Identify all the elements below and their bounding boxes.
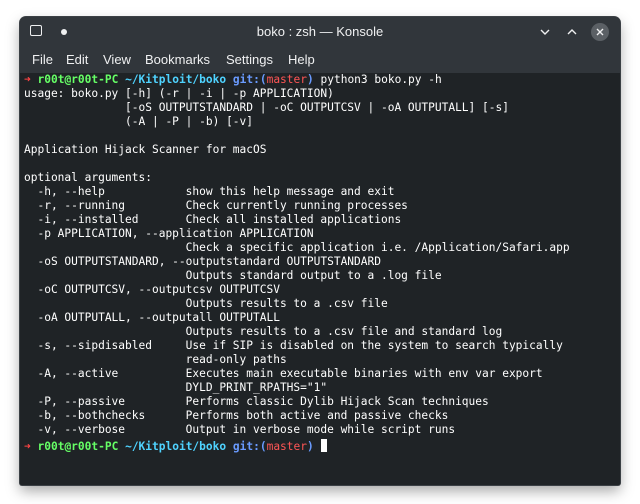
output-line: (-A | -P | -b) [-v] [24, 115, 254, 128]
prompt-line-current: ➜ r00t@r00t-PC ~/Kitploit/boko git:(mast… [24, 439, 327, 453]
maximize-icon[interactable] [563, 23, 581, 41]
output-line: optional arguments: [24, 171, 152, 184]
prompt-path: ~/Kitploit/boko [125, 440, 227, 453]
prompt-path: ~/Kitploit/boko [125, 73, 227, 86]
output-line: -P, --passive Performs classic Dylib Hij… [24, 395, 489, 408]
output-line: read-only paths [24, 353, 287, 366]
output-line: [-oS OUTPUTSTANDARD | -oC OUTPUTCSV | -o… [24, 101, 509, 114]
output-line: -p APPLICATION, --application APPLICATIO… [24, 227, 314, 240]
prompt-branch: master [266, 440, 307, 453]
title-bar[interactable]: boko : zsh — Konsole [20, 17, 620, 47]
menu-settings[interactable]: Settings [226, 52, 273, 67]
output-line: -h, --help show this help message and ex… [24, 185, 395, 198]
output-line: -v, --verbose Output in verbose mode whi… [24, 423, 456, 436]
menu-help[interactable]: Help [288, 52, 315, 67]
menu-view[interactable]: View [103, 52, 131, 67]
menu-bar: File Edit View Bookmarks Settings Help [20, 47, 620, 73]
prompt-paren-close: ) [307, 440, 314, 453]
prompt-paren-open: ( [259, 73, 267, 86]
menu-file[interactable]: File [32, 52, 53, 67]
prompt-git-label: git: [232, 73, 260, 86]
prompt-paren-open: ( [259, 440, 267, 453]
minimize-icon[interactable] [536, 23, 554, 41]
menu-edit[interactable]: Edit [66, 52, 88, 67]
output-line: -s, --sipdisabled Use if SIP is disabled… [24, 339, 563, 352]
konsole-window: boko : zsh — Konsole File Edit View Book… [20, 17, 620, 485]
output-line: -oA OUTPUTALL, --outputall OUTPUTALL [24, 311, 280, 324]
prompt-arrow: ➜ [24, 440, 31, 453]
prompt-paren-close: ) [307, 73, 314, 86]
output-line: DYLD_PRINT_RPATHS="1" [24, 381, 328, 394]
window-title: boko : zsh — Konsole [256, 24, 384, 39]
output-line: usage: boko.py [-h] (-r | -i | -p APPLIC… [24, 87, 334, 100]
prompt-line: ➜ r00t@r00t-PC ~/Kitploit/boko git:(mast… [24, 73, 442, 87]
command-text: python3 boko.py -h [320, 73, 442, 86]
prompt-branch: master [266, 73, 307, 86]
menu-bookmarks[interactable]: Bookmarks [145, 52, 210, 67]
text-cursor [320, 439, 327, 452]
prompt-user: r00t@r00t-PC [37, 440, 119, 453]
output-line: Outputs results to a .csv file [24, 297, 388, 310]
output-line: -A, --active Executes main executable bi… [24, 367, 543, 380]
terminal-area[interactable]: ➜ r00t@r00t-PC ~/Kitploit/boko git:(mast… [20, 73, 620, 485]
output-line: Application Hijack Scanner for macOS [24, 143, 267, 156]
close-icon[interactable] [591, 23, 609, 41]
output-line: -b, --bothchecks Performs both active an… [24, 409, 449, 422]
output-line: Check a specific application i.e. /Appli… [24, 241, 570, 254]
output-line: -r, --running Check currently running pr… [24, 199, 408, 212]
prompt-git-label: git: [232, 440, 260, 453]
output-line: Outputs results to a .csv file and stand… [24, 325, 503, 338]
prompt-arrow: ➜ [24, 73, 31, 86]
output-line: -oS OUTPUTSTANDARD, --outputstandard OUT… [24, 255, 381, 268]
output-line: -oC OUTPUTCSV, --outputcsv OUTPUTCSV [24, 283, 280, 296]
output-line: -i, --installed Check all installed appl… [24, 213, 402, 226]
output-line: Outputs standard output to a .log file [24, 269, 442, 282]
prompt-user: r00t@r00t-PC [37, 73, 119, 86]
